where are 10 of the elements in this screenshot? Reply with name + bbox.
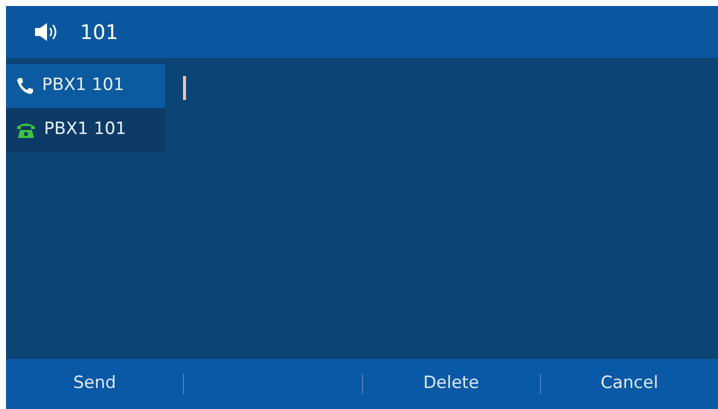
dialed-number: 101 — [80, 19, 118, 46]
softkey[interactable]: Delete — [417, 370, 486, 398]
text-cursor — [183, 76, 186, 100]
softkey[interactable]: Send — [67, 370, 122, 398]
softkey[interactable]: Cancel — [594, 370, 664, 398]
line-key[interactable]: PBX1 101 — [6, 64, 165, 108]
speaker-icon — [34, 22, 58, 42]
handset-icon — [16, 77, 34, 95]
line-key[interactable]: PBX1 101 — [6, 108, 165, 152]
phone-icon — [16, 121, 36, 139]
